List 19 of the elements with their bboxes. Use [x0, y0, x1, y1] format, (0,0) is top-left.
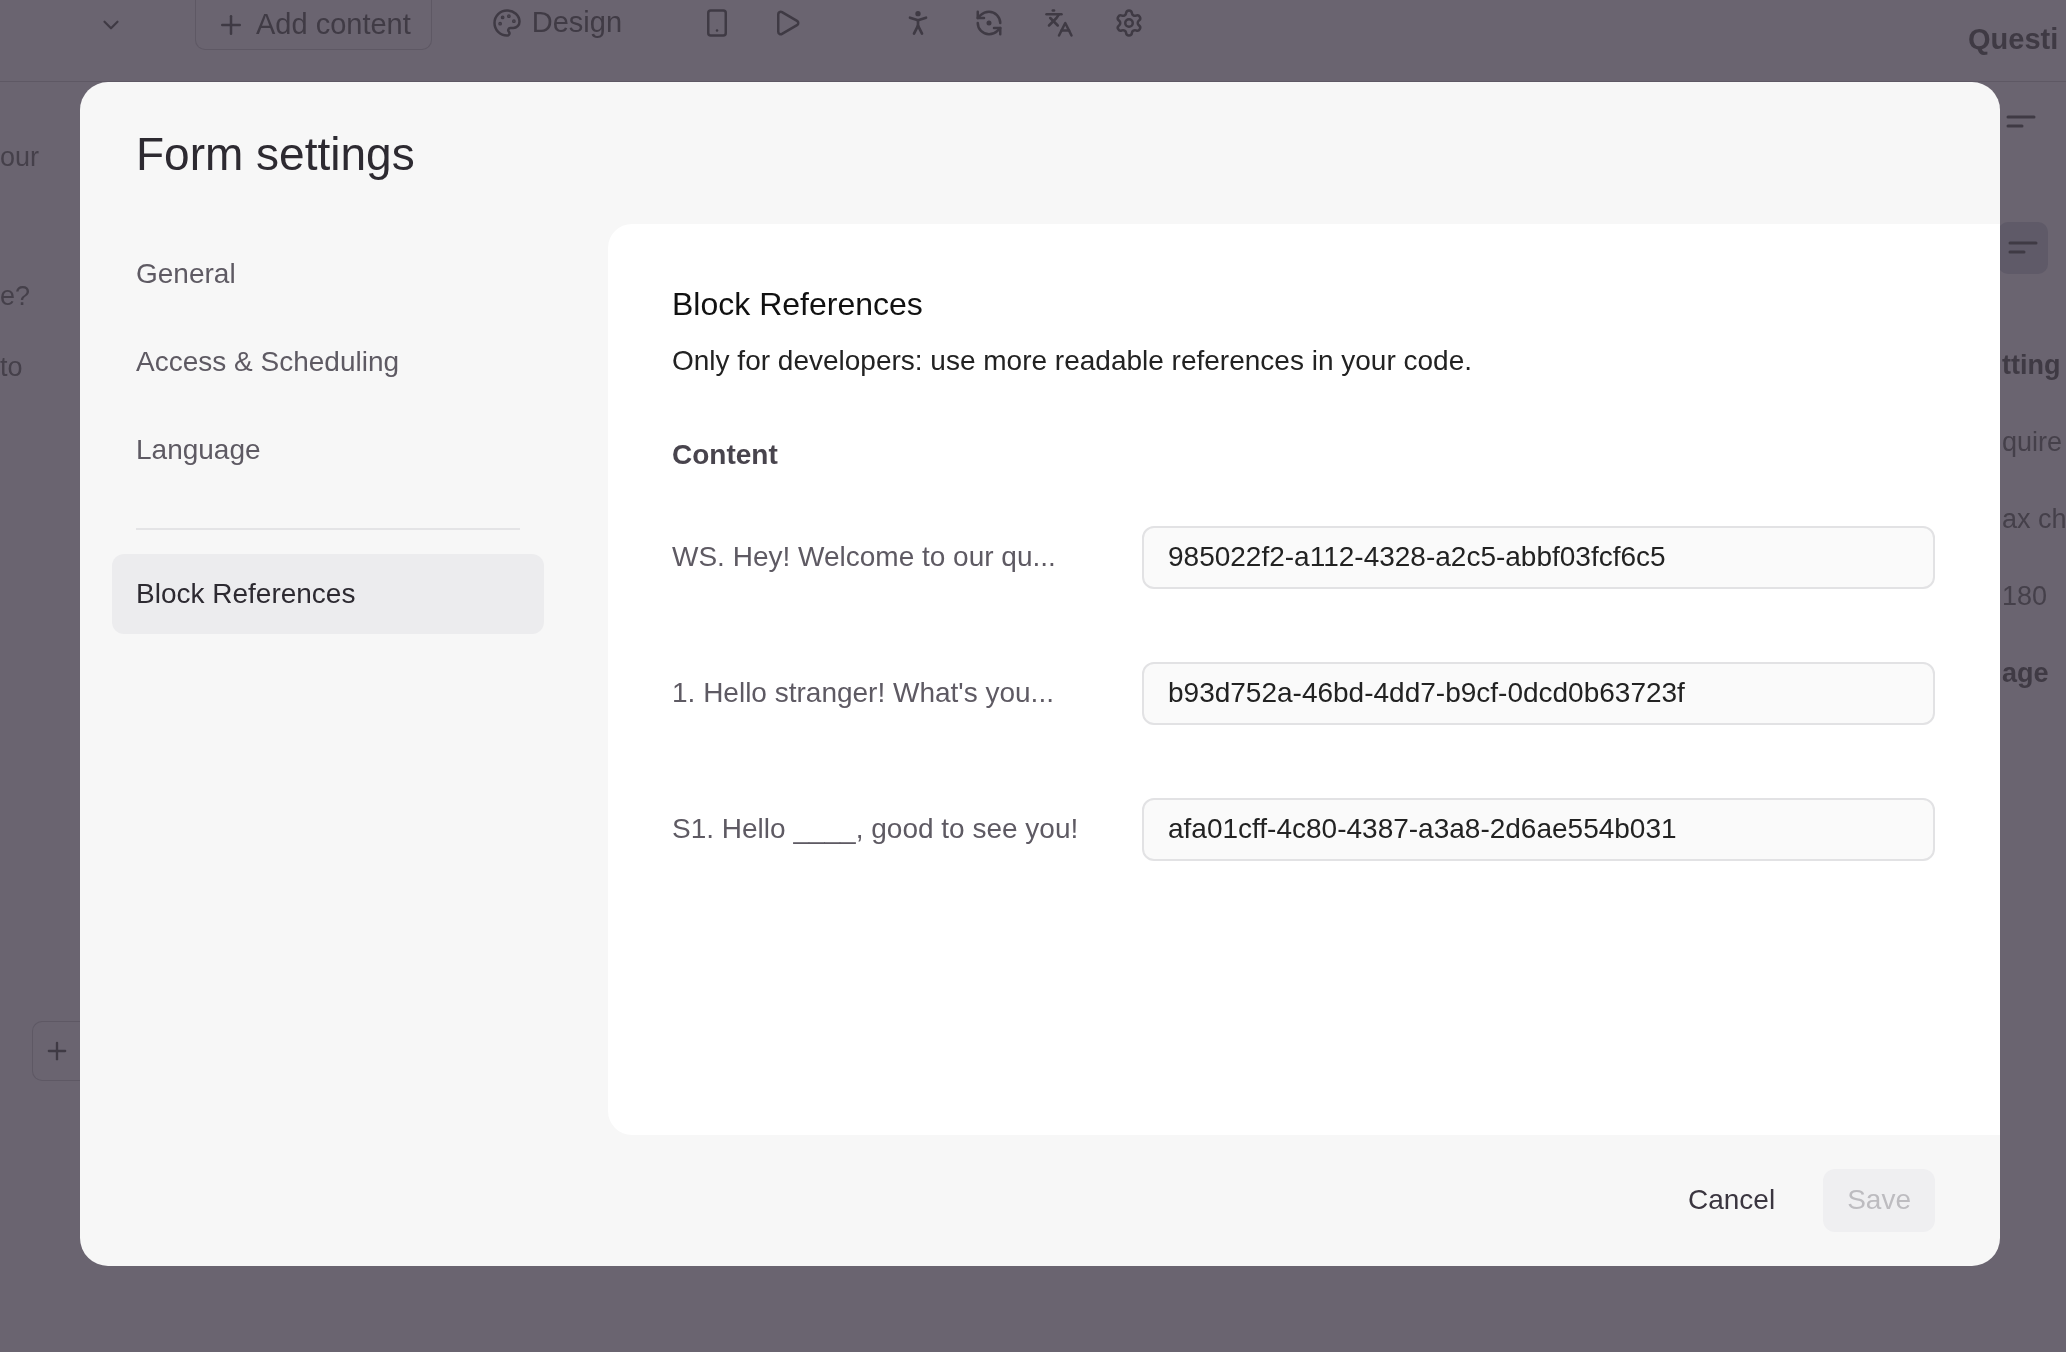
sidebar-item[interactable]: Language	[112, 409, 544, 490]
settings-icon[interactable]	[1114, 8, 1145, 38]
block-label: WS. Hey! Welcome to our qu...	[672, 540, 1057, 574]
sidebar-item[interactable]: Access & Scheduling	[112, 321, 544, 402]
sidebar-item[interactable]: Block References	[112, 553, 544, 634]
block-label: 1. Hello stranger! What's you...	[672, 676, 1055, 710]
sidebar-item[interactable]: General	[112, 233, 544, 314]
cancel-button[interactable]: Cancel	[1664, 1168, 1800, 1232]
group-label: Content	[672, 437, 779, 472]
palette-icon	[491, 8, 522, 38]
section-description: Only for developers: use more readable references in your code.	[672, 343, 1473, 378]
reference-field[interactable]: 985022f2-a112-4328-a2c5-abbf03fcf6c5	[1142, 525, 1935, 589]
reference-field[interactable]: afa01cff-4c80-4387-a3a8-2d6ae554b031	[1142, 797, 1935, 861]
block-label: S1. Hello ____, good to see you!	[672, 812, 1080, 846]
loop-icon[interactable]	[974, 8, 1005, 38]
translate-icon[interactable]	[1044, 8, 1075, 38]
dialog-title: Form settings	[136, 127, 416, 182]
reference-field[interactable]: b93d752a-46bd-4dd7-b9cf-0dcd0b63723f	[1142, 661, 1935, 725]
section-heading: Block References	[672, 284, 924, 324]
